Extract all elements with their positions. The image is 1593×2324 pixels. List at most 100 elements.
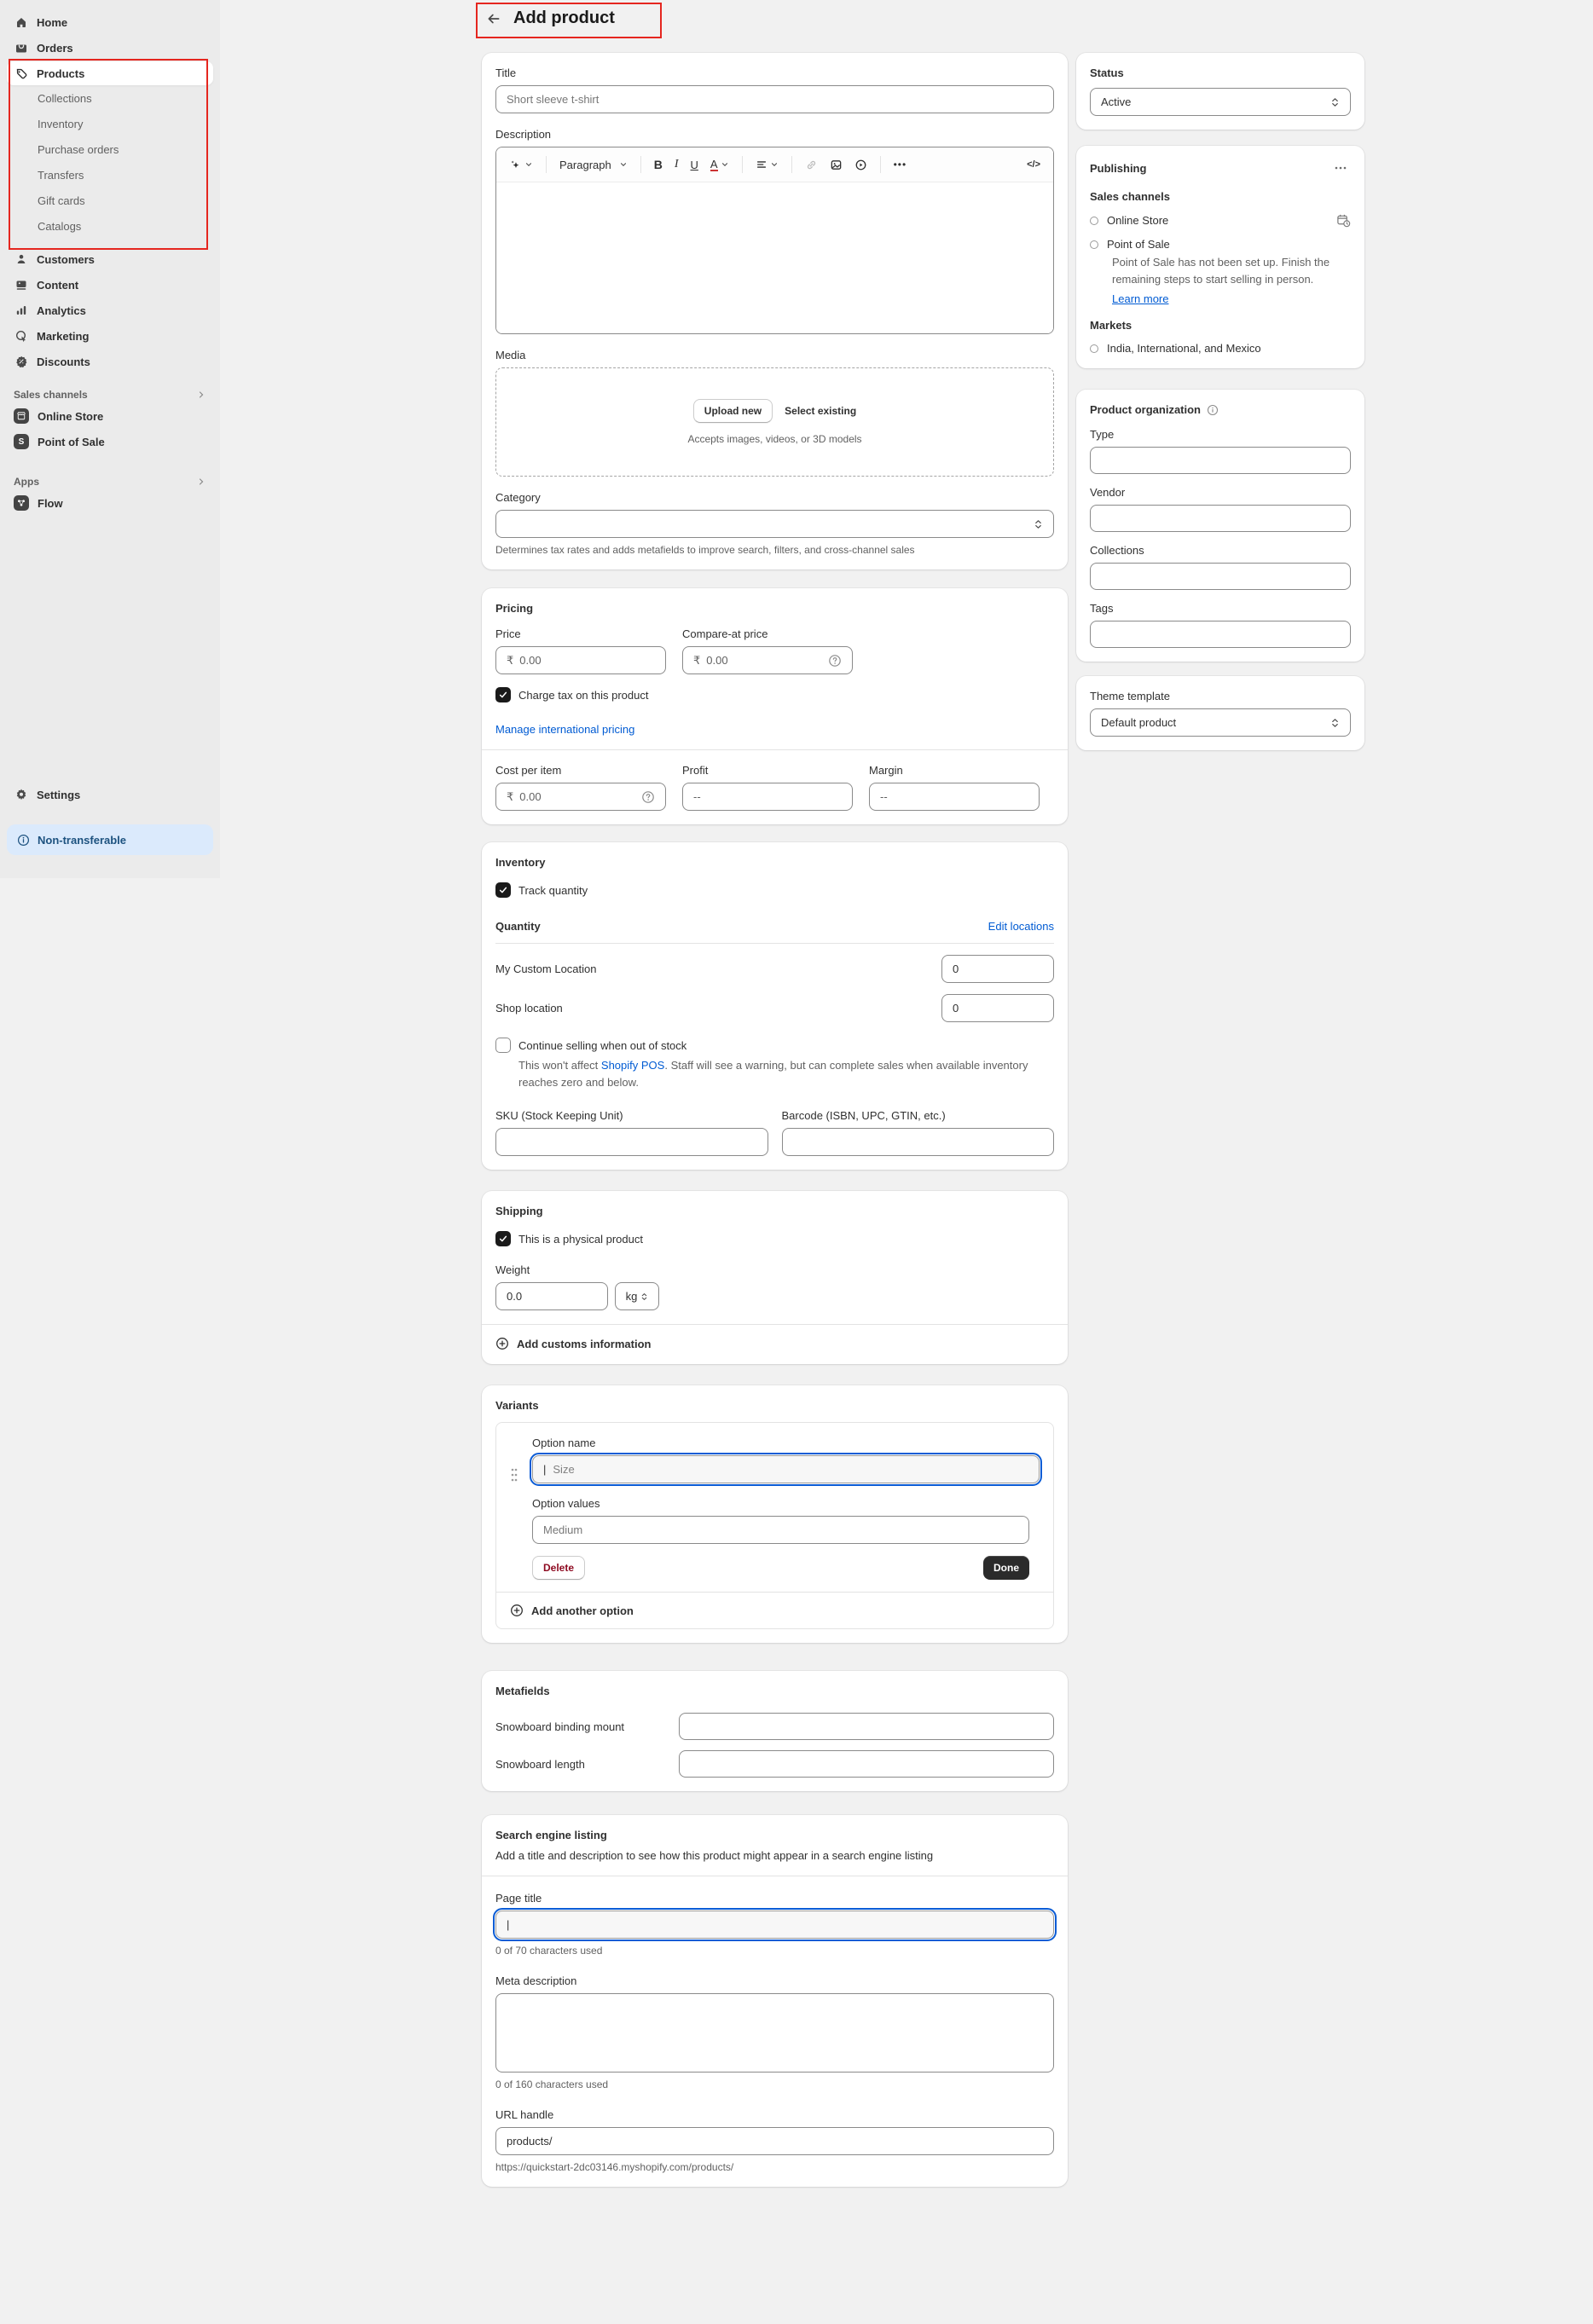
italic-button[interactable]: I: [670, 154, 683, 175]
sidebar-item-content[interactable]: Content: [7, 273, 213, 297]
option-value-input[interactable]: [532, 1516, 1029, 1544]
track-quantity-checkbox-row[interactable]: Track quantity: [495, 882, 1054, 898]
cost-per-item-input[interactable]: ₹ 0.00: [495, 783, 666, 811]
title-input[interactable]: [495, 85, 1054, 113]
insert-video-button[interactable]: [850, 155, 872, 175]
quantity-input-shop-location[interactable]: [941, 994, 1054, 1022]
collections-label: Collections: [1090, 544, 1351, 557]
underline-button[interactable]: U: [686, 155, 703, 175]
quantity-input-custom-location[interactable]: [941, 955, 1054, 983]
sidebar-item-home[interactable]: Home: [7, 10, 213, 34]
text-color-button[interactable]: A: [706, 155, 733, 175]
toolbar-divider: [546, 156, 547, 173]
vendor-input[interactable]: [1090, 505, 1351, 532]
back-arrow-button[interactable]: [486, 11, 501, 26]
bold-button[interactable]: B: [650, 154, 667, 175]
sidebar-item-settings[interactable]: Settings: [7, 783, 213, 806]
weight-unit-select[interactable]: kg: [615, 1282, 659, 1310]
overflow-menu-icon[interactable]: [1330, 159, 1351, 176]
sidebar-item-transfers[interactable]: Transfers: [7, 164, 213, 188]
ai-sparkle-button[interactable]: [505, 155, 537, 175]
delete-option-button[interactable]: Delete: [532, 1556, 585, 1580]
select-existing-link[interactable]: Select existing: [785, 405, 856, 417]
metafield-input-snowboard-length[interactable]: [679, 1750, 1054, 1778]
physical-product-checkbox-row[interactable]: This is a physical product: [495, 1231, 1054, 1246]
metafield-input-binding-mount[interactable]: [679, 1713, 1054, 1740]
sales-channels-header[interactable]: Sales channels: [14, 389, 206, 401]
sidebar-item-collections[interactable]: Collections: [7, 87, 213, 111]
sidebar-item-discounts[interactable]: Discounts: [7, 350, 213, 373]
category-select[interactable]: [495, 510, 1054, 538]
code-view-button[interactable]: </>: [1022, 156, 1045, 173]
collections-input[interactable]: [1090, 563, 1351, 590]
compare-at-price-label: Compare-at price: [682, 627, 853, 640]
apps-header[interactable]: Apps: [14, 476, 206, 488]
pos-channel-row: Point of Sale: [1090, 238, 1351, 251]
drag-handle[interactable]: [496, 1437, 532, 1580]
media-hint: Accepts images, videos, or 3D models: [687, 433, 861, 445]
sku-input[interactable]: [495, 1128, 768, 1156]
done-button[interactable]: Done: [983, 1556, 1029, 1580]
description-textarea[interactable]: [496, 182, 1053, 333]
sidebar-item-customers[interactable]: Customers: [7, 247, 213, 271]
compare-at-price-input[interactable]: ₹ 0.00: [682, 646, 853, 674]
continue-selling-checkbox-row[interactable]: Continue selling when out of stock: [495, 1038, 1054, 1053]
price-placeholder: 0.00: [519, 654, 541, 667]
compare-placeholder: 0.00: [706, 654, 727, 667]
select-caret-icon: [1034, 518, 1043, 530]
add-another-option-button[interactable]: Add another option: [496, 1593, 1053, 1628]
sidebar-item-catalogs[interactable]: Catalogs: [7, 215, 213, 239]
shopify-pos-link[interactable]: Shopify POS: [601, 1059, 664, 1072]
status-select[interactable]: Active: [1090, 88, 1351, 116]
upload-new-button[interactable]: Upload new: [693, 399, 773, 423]
sidebar-item-online-store[interactable]: Online Store: [7, 404, 213, 428]
sidebar-item-inventory[interactable]: Inventory: [7, 113, 213, 136]
price-input[interactable]: ₹ 0.00: [495, 646, 666, 674]
non-transferable-banner[interactable]: Non-transferable: [7, 824, 213, 855]
manage-international-pricing-link[interactable]: Manage international pricing: [495, 723, 634, 736]
edit-locations-link[interactable]: Edit locations: [988, 920, 1054, 933]
sales-channels-subheading: Sales channels: [1090, 190, 1351, 203]
sidebar-item-analytics[interactable]: Analytics: [7, 298, 213, 322]
tags-input[interactable]: [1090, 621, 1351, 648]
toolbar-divider: [791, 156, 792, 173]
customers-icon: [14, 252, 28, 266]
learn-more-link[interactable]: Learn more: [1112, 292, 1168, 305]
media-dropzone[interactable]: Upload new Select existing Accepts image…: [495, 367, 1054, 477]
add-customs-button[interactable]: Add customs information: [495, 1337, 1054, 1350]
option-name-input[interactable]: | Size: [532, 1455, 1040, 1483]
meta-description-label: Meta description: [495, 1974, 1054, 1987]
insert-image-button[interactable]: [825, 155, 847, 175]
info-icon[interactable]: [1207, 404, 1219, 416]
info-icon: [17, 834, 30, 847]
help-question-icon[interactable]: [828, 654, 842, 668]
track-quantity-checkbox[interactable]: [495, 882, 511, 898]
sidebar-item-orders[interactable]: Orders: [7, 36, 213, 60]
metafield-label-binding-mount: Snowboard binding mount: [495, 1720, 679, 1733]
more-options-button[interactable]: •••: [889, 155, 912, 174]
sidebar-item-point-of-sale[interactable]: S Point of Sale: [7, 430, 213, 454]
physical-product-checkbox[interactable]: [495, 1231, 511, 1246]
pos-hint: Point of Sale has not been set up. Finis…: [1112, 254, 1332, 287]
weight-input[interactable]: [495, 1282, 608, 1310]
sidebar-item-flow[interactable]: Flow: [7, 491, 213, 515]
charge-tax-checkbox-row[interactable]: Charge tax on this product: [495, 687, 1054, 702]
page-title-character-count: 0 of 70 characters used: [495, 1945, 1054, 1957]
continue-selling-checkbox[interactable]: [495, 1038, 511, 1053]
sidebar-item-marketing[interactable]: Marketing: [7, 324, 213, 348]
schedule-calendar-icon[interactable]: [1336, 213, 1351, 228]
paragraph-style-dropdown[interactable]: Paragraph: [555, 155, 632, 175]
sidebar-item-products[interactable]: Products: [7, 61, 213, 85]
charge-tax-checkbox[interactable]: [495, 687, 511, 702]
link-icon[interactable]: [801, 155, 822, 175]
type-input[interactable]: [1090, 447, 1351, 474]
barcode-input[interactable]: [782, 1128, 1055, 1156]
url-handle-input[interactable]: [495, 2127, 1054, 2155]
alignment-button[interactable]: [751, 155, 783, 174]
sidebar-item-purchase-orders[interactable]: Purchase orders: [7, 138, 213, 162]
meta-description-textarea[interactable]: [495, 1993, 1054, 2073]
sidebar-item-gift-cards[interactable]: Gift cards: [7, 189, 213, 213]
theme-template-select[interactable]: Default product: [1090, 708, 1351, 737]
help-question-icon[interactable]: [641, 790, 655, 804]
page-title-input[interactable]: |: [495, 1911, 1054, 1939]
